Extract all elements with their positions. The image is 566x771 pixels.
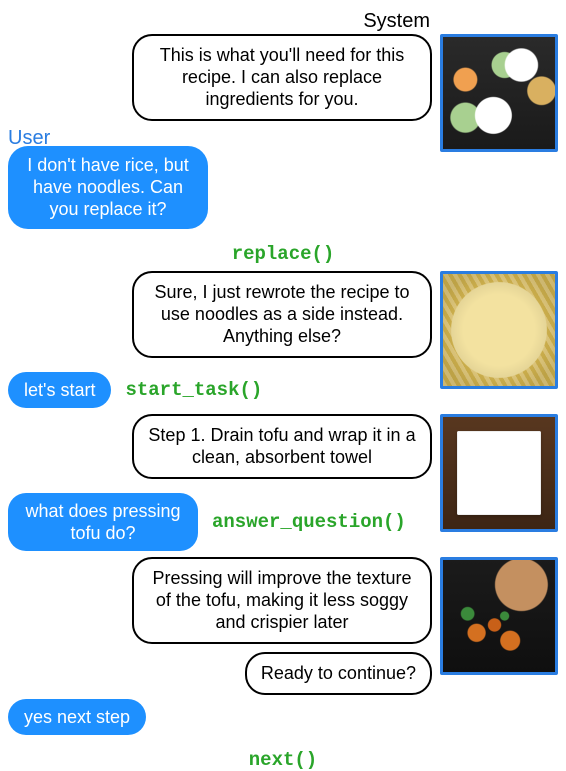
action-next: next(): [249, 749, 317, 771]
noodles-photo: [440, 271, 558, 389]
header-row: System: [8, 10, 558, 32]
block-replace-ack: Sure, I just rewrote the recipe to use n…: [8, 271, 558, 408]
user-message-question: what does pressing tofu do?: [8, 493, 198, 551]
row-user-replace: I don't have rice, but have noodles. Can…: [8, 146, 558, 265]
block-step1: Step 1. Drain tofu and wrap it in a clea…: [8, 414, 558, 551]
system-message-intro: This is what you'll need for this recipe…: [132, 34, 432, 121]
system-message-step1: Step 1. Drain tofu and wrap it in a clea…: [132, 414, 432, 479]
tofu-towel-photo: [440, 414, 558, 532]
system-message-answer: Pressing will improve the texture of the…: [132, 557, 432, 644]
row-user-next: yes next step next(): [8, 699, 558, 771]
action-start-task: start_task(): [125, 379, 262, 401]
action-answer-question: answer_question(): [212, 511, 406, 533]
user-message-replace: I don't have rice, but have noodles. Can…: [8, 146, 208, 229]
recipe-ingredients-photo: [440, 34, 558, 152]
system-message-replace-ack: Sure, I just rewrote the recipe to use n…: [132, 271, 432, 358]
block-answer: Pressing will improve the texture of the…: [8, 557, 558, 695]
block-intro: This is what you'll need for this recipe…: [8, 34, 558, 152]
system-speaker-label: System: [8, 10, 430, 32]
action-replace: replace(): [232, 243, 335, 265]
user-message-start: let's start: [8, 372, 111, 408]
tofu-pan-photo: [440, 557, 558, 675]
system-message-ready: Ready to continue?: [245, 652, 432, 695]
user-message-next: yes next step: [8, 699, 146, 735]
